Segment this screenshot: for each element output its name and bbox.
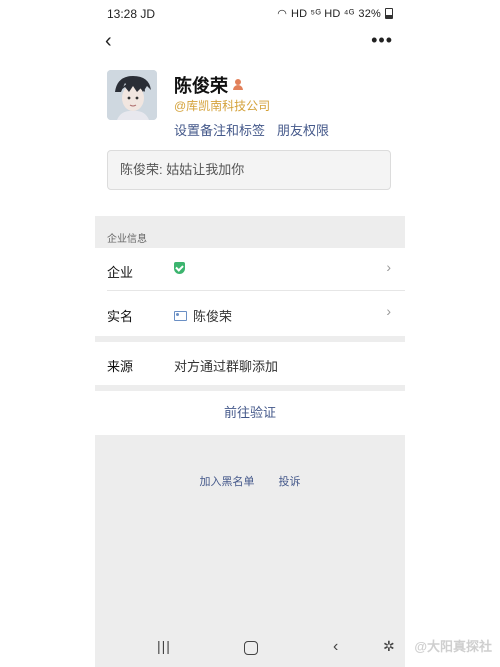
row-value <box>174 262 185 274</box>
bottom-links: 加入黑名单 投诉 <box>95 473 405 489</box>
home-icon[interactable] <box>244 641 258 655</box>
profile-links: 设置备注和标签 朋友权限 <box>174 120 329 139</box>
add-to-blacklist-link[interactable]: 加入黑名单 <box>200 473 255 489</box>
real-name-value: 陈俊荣 <box>193 309 233 324</box>
greeting-message: 陈俊荣: 姑姑让我加你 <box>107 150 391 190</box>
battery-icon <box>385 8 393 19</box>
nav-bar: ‹ ••• <box>95 28 405 56</box>
chevron-right-icon: › <box>386 303 391 319</box>
status-time: 13:28 JD <box>107 7 156 21</box>
divider <box>107 290 405 291</box>
battery-percent: 32% <box>358 7 381 20</box>
system-nav-bar: ||| ‹ ✲ <box>95 630 405 667</box>
section-title: 企业信息 <box>107 234 147 245</box>
wifi-icon: ◠ <box>277 8 288 20</box>
report-link[interactable]: 投诉 <box>279 473 301 489</box>
more-options-icon[interactable]: ••• <box>371 30 393 51</box>
watermark: @大阳真探社 <box>414 639 492 654</box>
accessibility-icon[interactable]: ✲ <box>383 638 395 655</box>
row-label: 企业 <box>107 265 134 280</box>
id-card-icon <box>174 310 187 321</box>
chevron-right-icon: › <box>386 259 391 275</box>
recent-apps-icon[interactable]: ||| <box>157 638 171 654</box>
row-value: 陈俊荣 <box>174 306 232 325</box>
contact-name-row: 陈俊荣 <box>174 72 244 98</box>
status-bar: 13:28 JD ◠ HD ⁵ᴳ HD ⁴ᴳ 32% <box>95 0 405 28</box>
row-label: 实名 <box>107 309 134 324</box>
status-indicators: ◠ HD ⁵ᴳ HD ⁴ᴳ 32% <box>277 7 393 20</box>
system-back-icon[interactable]: ‹ <box>333 638 338 656</box>
verified-shield-icon <box>174 262 185 274</box>
friend-permissions-link[interactable]: 朋友权限 <box>277 120 329 139</box>
enterprise-user-icon <box>232 79 244 91</box>
enterprise-row[interactable]: 企业 › <box>95 248 405 291</box>
bottom-area: 加入黑名单 投诉 <box>95 435 405 635</box>
go-verify-button[interactable]: 前往验证 <box>95 391 405 435</box>
source-value: 对方通过群聊添加 <box>174 359 279 374</box>
contact-name: 陈俊荣 <box>174 76 228 96</box>
source-row: 来源 对方通过群聊添加 <box>95 342 405 385</box>
avatar[interactable] <box>107 70 157 120</box>
phone-screen: 13:28 JD ◠ HD ⁵ᴳ HD ⁴ᴳ 32% ‹ ••• 陈俊荣 @库凯… <box>95 0 405 667</box>
signal-indicators: HD ⁵ᴳ HD ⁴ᴳ <box>291 7 355 20</box>
back-icon[interactable]: ‹ <box>105 30 112 53</box>
company-name[interactable]: @库凯南科技公司 <box>174 97 270 114</box>
enterprise-section-header: 企业信息 <box>95 216 405 248</box>
real-name-row[interactable]: 实名 陈俊荣 › <box>95 292 405 335</box>
row-label: 来源 <box>107 359 134 374</box>
set-remark-link[interactable]: 设置备注和标签 <box>174 120 265 139</box>
